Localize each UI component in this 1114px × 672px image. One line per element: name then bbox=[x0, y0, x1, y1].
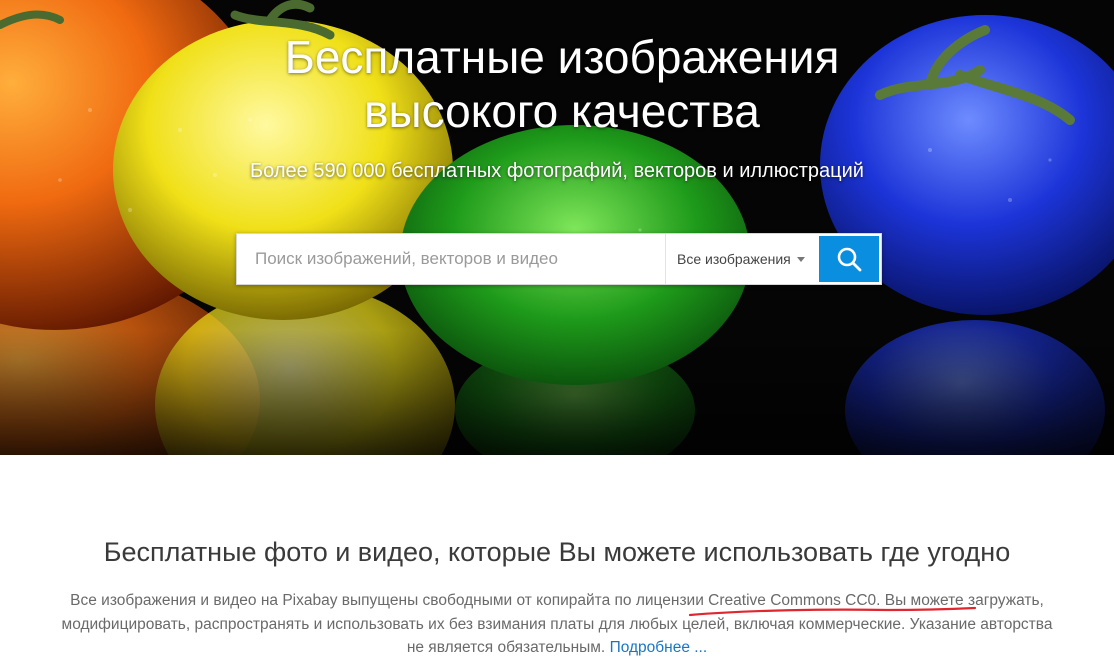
caret-down-icon bbox=[796, 256, 805, 262]
license-text-line1: Все изображения и видео на Pixabay выпущ… bbox=[70, 592, 1044, 609]
image-type-dropdown[interactable]: Все изображения bbox=[665, 234, 819, 284]
search-bar: Все изображения bbox=[236, 233, 882, 285]
search-input[interactable] bbox=[237, 234, 665, 284]
license-description: Все изображения и видео на Pixabay выпущ… bbox=[30, 589, 1084, 660]
search-button[interactable] bbox=[819, 236, 879, 282]
hero-title-line2: высокого качества bbox=[364, 85, 760, 137]
image-type-selected: Все изображения bbox=[677, 251, 791, 267]
search-icon bbox=[837, 247, 862, 272]
license-text-line2: модифицировать, распространять и использ… bbox=[61, 615, 1053, 633]
hero-title: Бесплатные изображения высокого качества bbox=[0, 30, 1114, 138]
hero-subtitle: Более 590 000 бесплатных фотографий, век… bbox=[250, 160, 864, 182]
more-link[interactable]: Подробнее ... bbox=[610, 639, 708, 656]
hero-banner: Бесплатные изображения высокого качества… bbox=[0, 0, 1114, 455]
hero-title-line1: Бесплатные изображения bbox=[284, 31, 840, 83]
section-heading: Бесплатные фото и видео, которые Вы може… bbox=[103, 537, 1011, 567]
license-text-line3: не является обязательным. bbox=[406, 639, 606, 656]
